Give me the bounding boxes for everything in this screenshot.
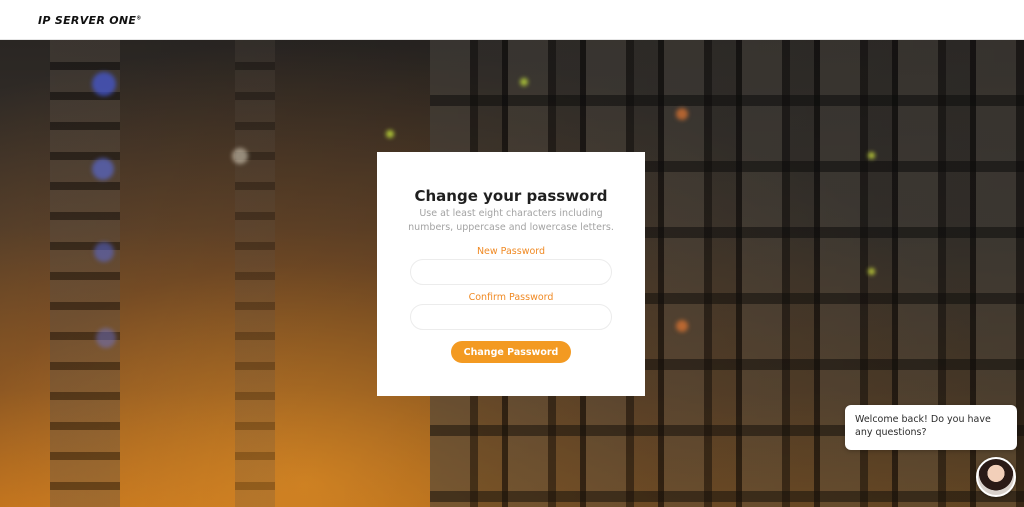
new-password-label: New Password bbox=[476, 246, 546, 257]
bokeh-light bbox=[868, 268, 875, 275]
change-password-card: Change your password Use at least eight … bbox=[377, 152, 645, 396]
server-rack-left bbox=[50, 40, 120, 507]
bokeh-light bbox=[676, 320, 688, 332]
new-password-field[interactable] bbox=[410, 259, 612, 285]
confirm-password-label: Confirm Password bbox=[468, 292, 554, 303]
server-rack-middle bbox=[235, 40, 275, 507]
bokeh-light bbox=[232, 148, 248, 164]
agent-avatar-icon[interactable] bbox=[976, 457, 1016, 497]
chat-welcome-bubble[interactable]: Welcome back! Do you have any questions? bbox=[845, 405, 1017, 450]
bokeh-light bbox=[94, 242, 114, 262]
bokeh-light bbox=[92, 72, 116, 96]
bokeh-light bbox=[868, 152, 875, 159]
brand-logo[interactable]: IP SERVER ONE® bbox=[38, 14, 142, 27]
change-password-button[interactable]: Change Password bbox=[451, 341, 571, 363]
registered-mark: ® bbox=[136, 15, 142, 22]
bokeh-light bbox=[386, 130, 394, 138]
page-title: Change your password bbox=[414, 187, 608, 205]
top-bar: IP SERVER ONE® bbox=[0, 0, 1024, 40]
chat-message: Welcome back! Do you have any questions? bbox=[855, 414, 991, 438]
bokeh-light bbox=[676, 108, 688, 120]
brand-logo-text: IP SERVER ONE bbox=[38, 14, 137, 27]
bokeh-light bbox=[96, 328, 116, 348]
bokeh-light bbox=[92, 158, 114, 180]
confirm-password-field[interactable] bbox=[410, 304, 612, 330]
bokeh-light bbox=[520, 78, 528, 86]
password-hint: Use at least eight characters including … bbox=[408, 208, 614, 233]
